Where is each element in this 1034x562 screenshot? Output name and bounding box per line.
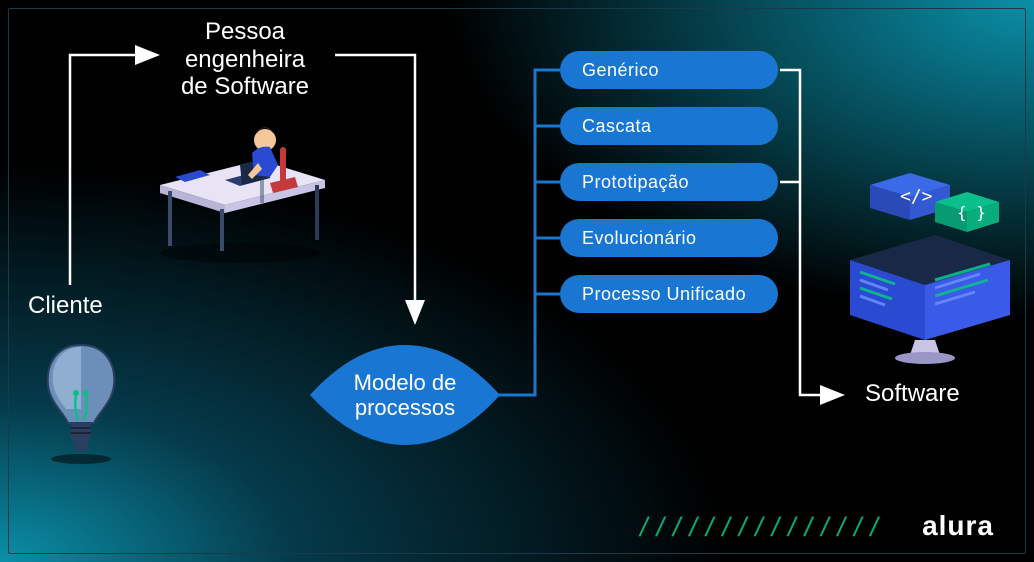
- engineer-desk-icon: [140, 105, 340, 265]
- model-option-processo-unificado: Processo Unificado: [560, 275, 778, 313]
- engineer-line2: engenheira: [185, 46, 305, 73]
- software-label: Software: [865, 380, 960, 408]
- brand-slashes: ///////////////: [637, 512, 884, 540]
- diagram-stage: Cliente Pessoa engenheira de Software: [0, 0, 1034, 562]
- model-option-cascata: Cascata: [560, 107, 778, 145]
- engineer-label: Pessoa engenheira de Software: [150, 18, 340, 101]
- computer-icon: </> { }: [830, 170, 1020, 370]
- model-line1: Modelo de: [354, 370, 457, 395]
- model-option-generico: Genérico: [560, 51, 778, 89]
- engineer-line3: de Software: [181, 73, 309, 100]
- model-line2: processos: [355, 395, 455, 420]
- svg-text:</>: </>: [900, 186, 933, 207]
- svg-text:{ }: { }: [957, 203, 986, 222]
- lightbulb-icon: [36, 335, 126, 465]
- engineer-line1: Pessoa: [205, 18, 285, 45]
- cliente-label: Cliente: [28, 292, 103, 320]
- model-option-prototipacao: Prototipação: [560, 163, 778, 201]
- brand-logo: alura: [922, 510, 994, 542]
- process-model-node: Modelo de processos: [300, 340, 510, 450]
- model-option-evolucionario: Evolucionário: [560, 219, 778, 257]
